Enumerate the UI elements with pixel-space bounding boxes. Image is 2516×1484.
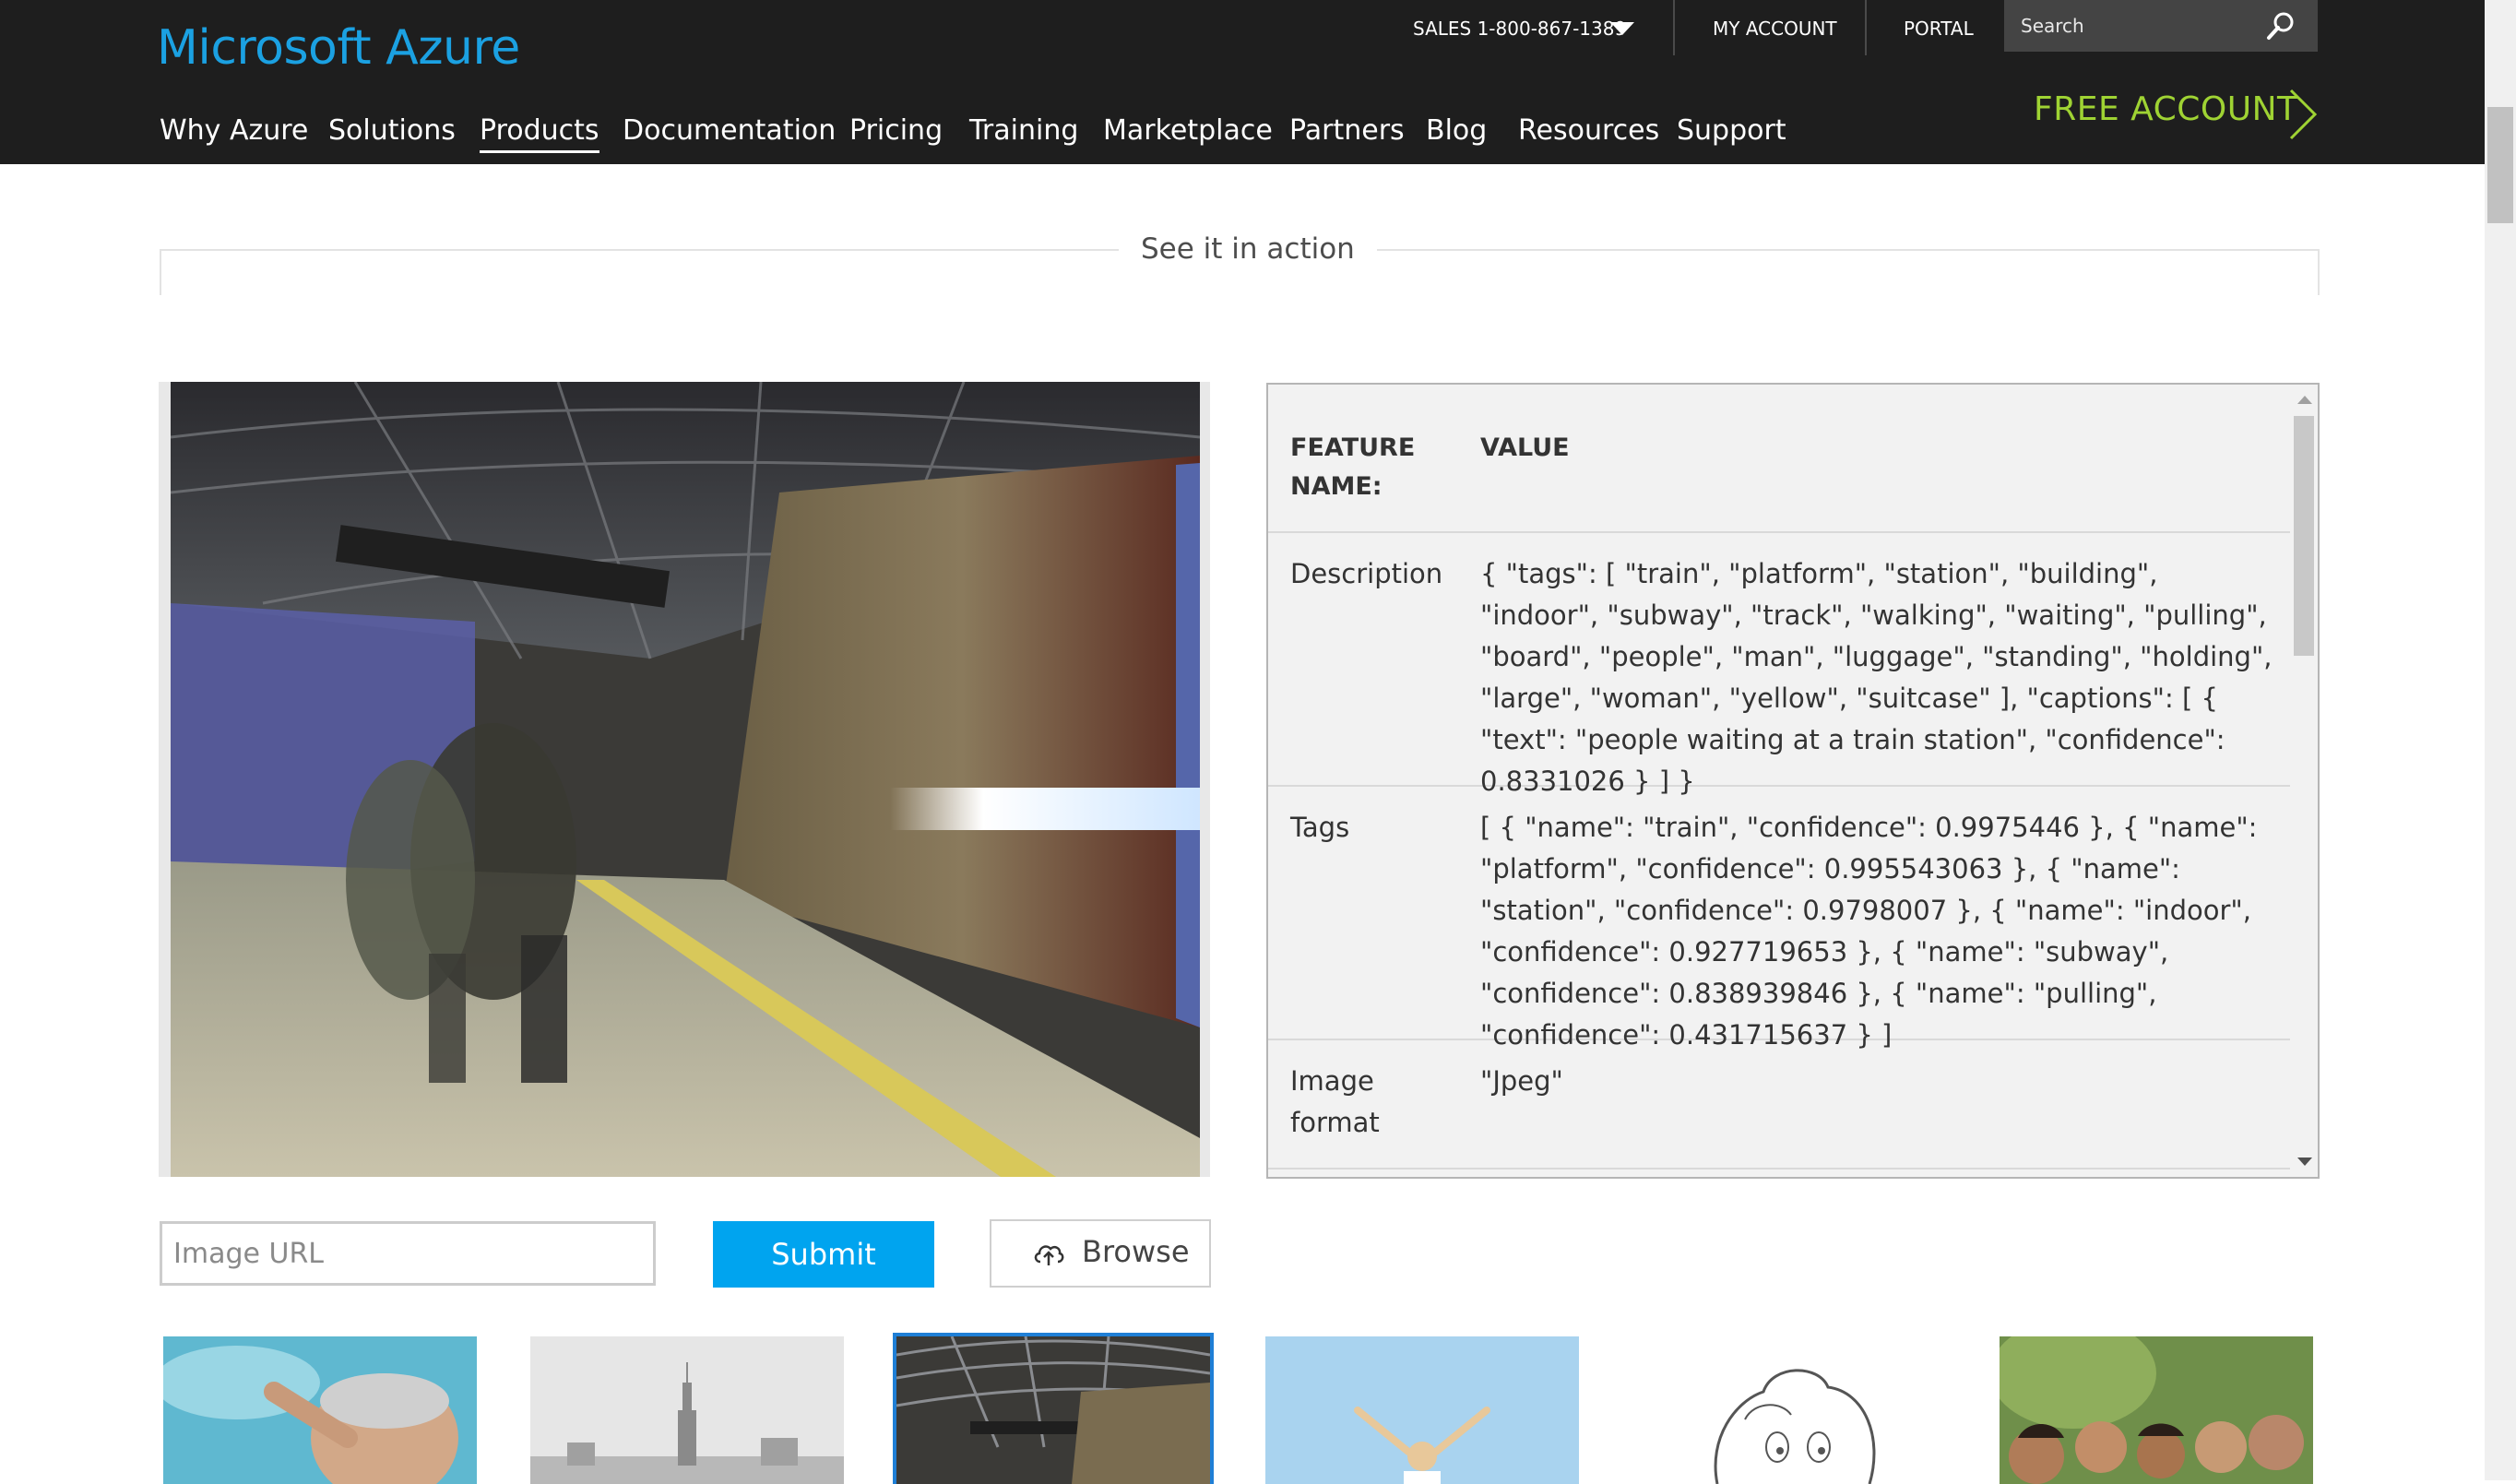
search-box xyxy=(2004,0,2318,52)
feature-value-cell: "Jpeg" xyxy=(1480,1065,1563,1097)
results-scrollbar-thumb[interactable] xyxy=(2294,416,2314,656)
nav-products[interactable]: Products xyxy=(480,114,599,153)
sales-dropdown-caret-icon[interactable] xyxy=(1610,22,1634,35)
sample-thumbnail-city[interactable] xyxy=(530,1336,844,1484)
portal-link[interactable]: PORTAL xyxy=(1904,17,1974,41)
sales-phone-link[interactable]: SALES 1-800-867-1389 xyxy=(1413,17,1626,41)
table-header-row: FEATURE NAME: VALUE xyxy=(1268,385,2290,533)
table-row: Description { "tags": [ "train", "platfo… xyxy=(1268,533,2290,797)
nav-training[interactable]: Training xyxy=(969,114,1078,147)
table-row: Tags [ { "name": "train", "confidence": … xyxy=(1268,787,2290,1051)
cloud-upload-icon xyxy=(1034,1245,1064,1265)
site-header: Microsoft Azure SALES 1-800-867-1389 MY … xyxy=(0,0,2485,164)
train-station-thumbnail-icon xyxy=(896,1336,1210,1484)
nav-resources[interactable]: Resources xyxy=(1518,114,1659,147)
feature-value-cell: [ { "name": "train", "confidence": 0.997… xyxy=(1480,812,2258,1051)
feature-value-cell: { "tags": [ "train", "platform", "statio… xyxy=(1480,558,2273,797)
swimmer-thumbnail-icon xyxy=(163,1336,477,1484)
nav-solutions[interactable]: Solutions xyxy=(328,114,456,147)
city-skyline-thumbnail-icon xyxy=(530,1336,844,1484)
nav-why-azure[interactable]: Why Azure xyxy=(160,114,308,147)
browse-button[interactable]: Browse xyxy=(990,1219,1211,1288)
nav-marketplace[interactable]: Marketplace xyxy=(1103,114,1273,147)
submit-button[interactable]: Submit xyxy=(713,1221,934,1288)
results-scrollbar[interactable] xyxy=(2290,385,2318,1177)
analyzed-photo xyxy=(171,382,1200,1177)
nav-documentation[interactable]: Documentation xyxy=(623,114,836,147)
feature-name-cell: Description xyxy=(1290,558,1443,589)
search-icon[interactable] xyxy=(2266,11,2296,41)
page-scrollbar-thumb[interactable] xyxy=(2487,107,2513,223)
table-row: Image format "Jpeg" xyxy=(1268,1040,2290,1169)
image-url-input[interactable] xyxy=(160,1221,656,1286)
column-header-value: VALUE xyxy=(1480,433,1570,462)
sample-thumbnail-woman[interactable] xyxy=(1265,1336,1579,1484)
azure-logo[interactable]: Microsoft Azure xyxy=(157,20,520,76)
woman-celebrating-thumbnail-icon xyxy=(1265,1336,1579,1484)
chevron-right-icon[interactable] xyxy=(2284,87,2320,142)
divider xyxy=(1673,0,1675,55)
nav-support[interactable]: Support xyxy=(1677,114,1786,147)
cartoon-lion-thumbnail-icon xyxy=(1634,1336,1948,1484)
browse-label: Browse xyxy=(1082,1234,1190,1269)
feature-name-cell: Tags xyxy=(1290,812,1350,843)
search-input[interactable] xyxy=(2021,13,2251,39)
free-account-link[interactable]: FREE ACCOUNT xyxy=(2034,90,2298,128)
column-header-feature-name: FEATURE NAME: xyxy=(1290,433,1416,501)
nav-blog[interactable]: Blog xyxy=(1426,114,1487,147)
sample-thumbnail-lion[interactable] xyxy=(1634,1336,1948,1484)
section-title: See it in action xyxy=(1119,232,1377,266)
scroll-up-arrow-icon[interactable] xyxy=(2297,396,2312,404)
feature-name-cell: Image format xyxy=(1290,1065,1380,1138)
sample-thumbnail-family[interactable] xyxy=(2000,1336,2313,1484)
sample-thumbnail-train-station[interactable] xyxy=(893,1333,1214,1484)
analysis-results-panel[interactable]: FEATURE NAME: VALUE Description { "tags"… xyxy=(1266,383,2320,1179)
divider xyxy=(1865,0,1867,55)
results-table: FEATURE NAME: VALUE Description { "tags"… xyxy=(1268,385,2290,1169)
nav-partners[interactable]: Partners xyxy=(1289,114,1405,147)
family-group-thumbnail-icon xyxy=(2000,1336,2313,1484)
my-account-link[interactable]: MY ACCOUNT xyxy=(1713,17,1837,41)
scroll-down-arrow-icon[interactable] xyxy=(2297,1158,2312,1166)
sample-thumbnail-swimmer[interactable] xyxy=(163,1336,477,1484)
page-scrollbar[interactable] xyxy=(2485,0,2516,1480)
nav-pricing[interactable]: Pricing xyxy=(849,114,943,147)
